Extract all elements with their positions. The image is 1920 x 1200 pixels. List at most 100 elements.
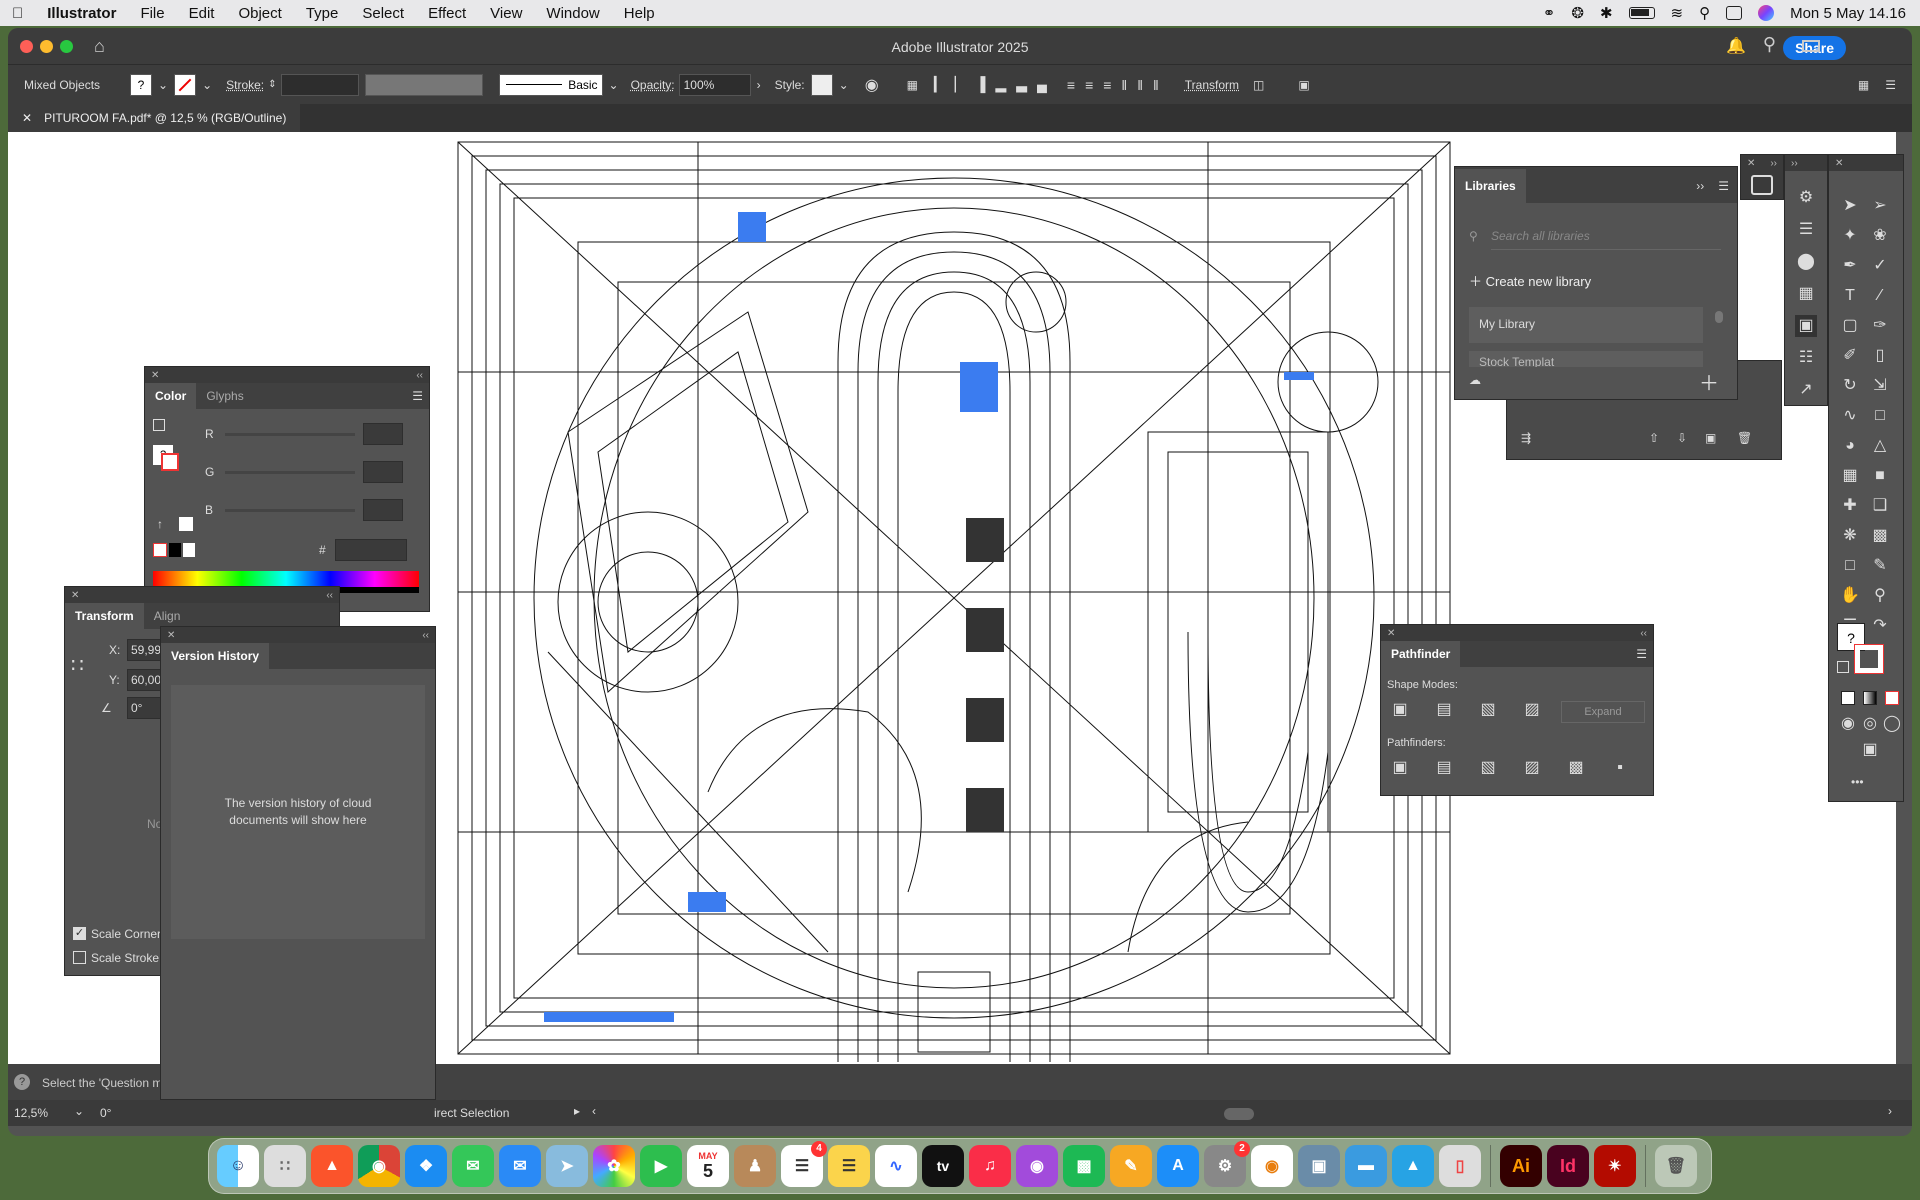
siri-icon[interactable]: [1758, 5, 1775, 21]
chevron-right-icon[interactable]: ›: [757, 78, 761, 92]
outline-artwork[interactable]: [448, 132, 1460, 1064]
opacity-field[interactable]: 100%: [678, 73, 751, 96]
menu-effect[interactable]: Effect: [416, 5, 478, 22]
trash-icon[interactable]: 🗑: [1655, 1145, 1697, 1187]
close-panel-icon[interactable]: ✕: [1835, 158, 1843, 169]
control-center-icon[interactable]: [1726, 6, 1743, 20]
siri-shortcut-icon[interactable]: ❂: [1571, 4, 1584, 22]
appearance-icon[interactable]: ⬤: [1795, 251, 1817, 273]
exclude-icon[interactable]: ▨: [1521, 699, 1543, 721]
slice-tool-icon[interactable]: ✎: [1869, 555, 1891, 577]
properties-icon[interactable]: ⚙: [1795, 187, 1817, 209]
search-icon[interactable]: ⚲: [1763, 34, 1776, 55]
document-tab[interactable]: ✕ PITUROOM FA.pdf* @ 12,5 % (RGB/Outline…: [8, 104, 301, 132]
cloud-sync-icon[interactable]: ☁: [1469, 373, 1481, 387]
scale-corners-checkbox[interactable]: ✓: [73, 927, 86, 940]
fill-swatch[interactable]: ?: [130, 73, 152, 96]
white-swatch[interactable]: [179, 517, 193, 531]
chevron-down-icon[interactable]: ⌄: [202, 78, 212, 92]
g-value-field[interactable]: [363, 461, 403, 483]
g-slider[interactable]: [225, 471, 355, 474]
crop-icon[interactable]: ▨: [1521, 757, 1543, 779]
bluetooth-icon[interactable]: ✱: [1600, 4, 1613, 22]
keynote-icon[interactable]: ▬: [1345, 1145, 1387, 1187]
indesign-icon[interactable]: Id: [1547, 1145, 1589, 1187]
menu-view[interactable]: View: [478, 5, 534, 22]
outline-icon[interactable]: ▩: [1565, 757, 1587, 779]
menu-clock[interactable]: Mon 5 May 14.16: [1790, 5, 1906, 22]
battery-icon[interactable]: [1628, 7, 1655, 19]
close-tab-icon[interactable]: ✕: [22, 111, 32, 125]
panel-menu-icon[interactable]: ☰: [1710, 169, 1737, 203]
spotlight-search-icon[interactable]: ⚲: [1699, 4, 1710, 22]
preview-icon[interactable]: ▣: [1298, 1145, 1340, 1187]
swap-fill-stroke-icon[interactable]: ↷: [1869, 615, 1891, 637]
minus-back-icon[interactable]: ▪: [1609, 757, 1631, 779]
type-tool-icon[interactable]: T: [1839, 285, 1861, 307]
new-item-icon[interactable]: ▣: [1705, 431, 1716, 445]
free-transform-tool-icon[interactable]: □: [1869, 405, 1891, 427]
paintbrush-tool-icon[interactable]: ✑: [1869, 315, 1891, 337]
blender-icon[interactable]: ◉: [1251, 1145, 1293, 1187]
symbol-sprayer-tool-icon[interactable]: ❋: [1839, 525, 1861, 547]
notes-icon[interactable]: ☰: [828, 1145, 870, 1187]
export-icon[interactable]: ↗: [1795, 379, 1817, 401]
calendar-icon[interactable]: MAY 5: [687, 1145, 729, 1187]
align-to-icon[interactable]: ▦: [907, 78, 918, 92]
notifications-bell-icon[interactable]: 🔔: [1726, 36, 1746, 56]
music-icon[interactable]: ♫: [969, 1145, 1011, 1187]
app-store-icon[interactable]: A: [1157, 1145, 1199, 1187]
collect-export-icon[interactable]: ⇶: [1521, 431, 1531, 445]
b-slider[interactable]: [225, 509, 355, 512]
collapse-panel-icon[interactable]: ‹‹: [422, 630, 429, 641]
shaper-tool-icon[interactable]: ✐: [1839, 345, 1861, 367]
create-new-library-button[interactable]: ＋ Create new library: [1469, 271, 1591, 290]
facetime-icon[interactable]: ▶: [640, 1145, 682, 1187]
graphic-style-swatch[interactable]: [810, 73, 833, 96]
variable-width-field[interactable]: [364, 73, 483, 96]
collapse-panel-icon[interactable]: ››: [1791, 158, 1798, 169]
default-fill-stroke-icon[interactable]: [1837, 661, 1849, 673]
stroke-swatch[interactable]: [1854, 644, 1884, 674]
shape-builder-tool-icon[interactable]: ◕: [1839, 435, 1861, 457]
mesh-tool-icon[interactable]: ▦: [1839, 465, 1861, 487]
chrome-icon[interactable]: ◉: [358, 1145, 400, 1187]
rectangle-tool-icon[interactable]: ▢: [1839, 315, 1861, 337]
eyedropper-tool-icon[interactable]: ✚: [1839, 495, 1861, 517]
launchpad-icon[interactable]: ∷: [264, 1145, 306, 1187]
help-icon[interactable]: ?: [14, 1074, 30, 1090]
selection-tool-icon[interactable]: ➤: [1839, 195, 1861, 217]
arrange-panels-icon[interactable]: ▦: [1858, 78, 1869, 92]
eraser-tool-icon[interactable]: ▯: [1869, 345, 1891, 367]
none-mode-icon[interactable]: [1885, 691, 1899, 705]
merge-icon[interactable]: ▧: [1477, 757, 1499, 779]
gradient-icon[interactable]: ▦: [1795, 283, 1817, 305]
search-libraries-input[interactable]: Search all libraries: [1491, 229, 1721, 250]
draw-normal-icon[interactable]: ◉: [1837, 713, 1859, 735]
zoom-level-field[interactable]: 12,5%: [14, 1106, 48, 1120]
stroke-stepper[interactable]: ⇕: [268, 79, 276, 90]
rotation-field[interactable]: 0°: [100, 1106, 111, 1120]
menu-edit[interactable]: Edit: [177, 5, 227, 22]
tab-version-history[interactable]: Version History: [161, 643, 270, 669]
chevron-left-icon[interactable]: ‹: [592, 1104, 596, 1118]
r-value-field[interactable]: [363, 423, 403, 445]
zoom-tool-icon[interactable]: ⚲: [1869, 585, 1891, 607]
trim-icon[interactable]: ▤: [1433, 757, 1455, 779]
fill-stroke-toggle-icon[interactable]: [153, 419, 165, 431]
menu-object[interactable]: Object: [226, 5, 293, 22]
collapse-panel-icon[interactable]: ‹‹: [416, 370, 423, 381]
stroke-swatch[interactable]: [161, 453, 179, 471]
apple-tv-icon[interactable]: tv: [922, 1145, 964, 1187]
panel-menu-icon[interactable]: ☰: [1885, 78, 1896, 92]
transform-button[interactable]: Transform: [1185, 78, 1239, 92]
lasso-tool-icon[interactable]: ❀: [1869, 225, 1891, 247]
move-up-icon[interactable]: ⇧: [1649, 431, 1659, 445]
menu-type[interactable]: Type: [294, 5, 351, 22]
direct-selection-tool-icon[interactable]: ➢: [1869, 195, 1891, 217]
close-panel-icon[interactable]: ✕: [1747, 158, 1755, 169]
align-objects-icons[interactable]: ▎▏▐▂▃▄: [934, 76, 1057, 93]
scale-tool-icon[interactable]: ⇲: [1869, 375, 1891, 397]
reference-point-icon[interactable]: ∷: [71, 653, 84, 678]
panel-menu-icon[interactable]: ☰: [406, 383, 429, 409]
